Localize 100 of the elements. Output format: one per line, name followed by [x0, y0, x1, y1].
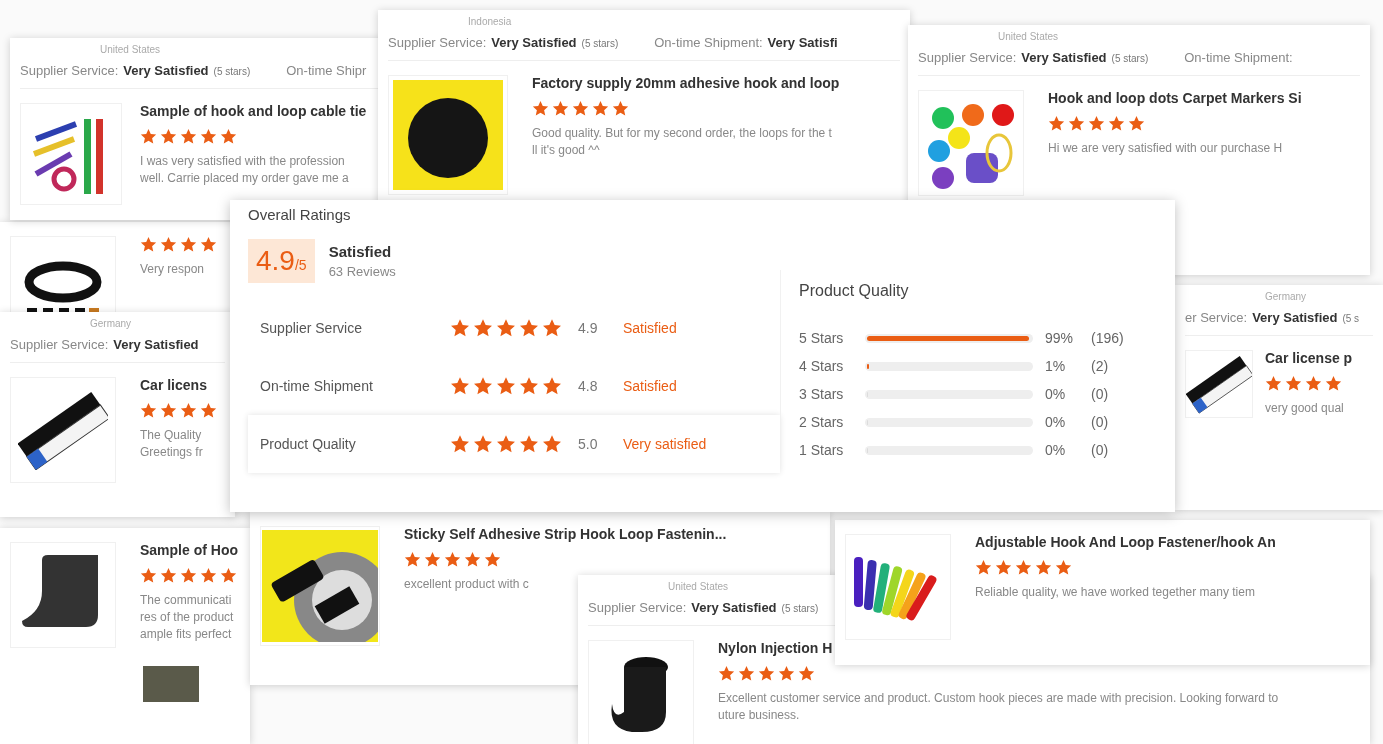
category-label: On-time Shipment	[260, 378, 374, 394]
score-scale: /5	[294, 257, 307, 273]
product-title[interactable]: Car license p	[1265, 350, 1353, 366]
review-text: Excellent customer service and product. Custom hook pieces are made with precision. Looking forward to	[718, 691, 1279, 705]
product-title[interactable]: Sample of hook and loop cable tie	[140, 103, 367, 119]
category-verdict: Satisfied	[623, 378, 678, 394]
rating-label: Supplier Service:	[918, 50, 1017, 65]
review-text: ample fits perfect	[140, 627, 232, 641]
rating-note: (5 stars)	[581, 38, 619, 49]
star-icon	[220, 567, 237, 584]
star-icon	[140, 236, 157, 253]
percent-text: 0%	[1045, 442, 1067, 458]
star-icon	[1305, 375, 1322, 392]
star-icon	[450, 376, 470, 396]
percent-text: 99%	[1045, 330, 1075, 346]
rating-label: er Service:	[1185, 310, 1248, 325]
rating-note: (5 stars)	[213, 66, 251, 77]
review-text: excellent product with c	[404, 577, 529, 591]
star-icon	[519, 376, 539, 396]
star-icon	[995, 559, 1012, 576]
star-icon	[180, 128, 197, 145]
category-verdict: Very satisfied	[623, 436, 708, 452]
star-icon	[180, 402, 197, 419]
star-icon	[160, 402, 177, 419]
star-icon	[160, 128, 177, 145]
star-icon	[612, 100, 629, 117]
star-level-label: 5 Stars	[799, 330, 845, 346]
star-icon	[542, 434, 562, 454]
review-text: very good qual	[1265, 401, 1344, 415]
star-icon	[200, 128, 217, 145]
review-text: ll it's good ^^	[532, 143, 600, 157]
product-title[interactable]: Nylon Injection H	[718, 640, 833, 656]
rating-label: Supplier Service:	[388, 35, 487, 50]
product-title[interactable]: Hook and loop dots Carpet Markers Si	[1048, 90, 1302, 106]
panel-title: Overall Ratings	[248, 206, 351, 223]
product-title[interactable]: Car licens	[140, 377, 207, 393]
rating-note: (5 stars)	[781, 603, 819, 614]
buyer-country: United States	[100, 44, 161, 55]
star-icon	[140, 567, 157, 584]
rating-label: Supplier Service:	[20, 63, 119, 78]
review-text: Greetings fr	[140, 445, 203, 459]
category-score: 5.0	[578, 436, 599, 452]
rating-note: (5 stars)	[1111, 53, 1149, 64]
star-icon	[160, 236, 177, 253]
review-text: Good quality. But for my second order, the loops for the t	[532, 126, 832, 140]
review-count: 63 Reviews	[328, 264, 396, 279]
star-icon	[1015, 559, 1032, 576]
product-title[interactable]: Adjustable Hook And Loop Fastener/hook An	[975, 534, 1276, 550]
review-text: The Quality	[140, 428, 202, 442]
product-title[interactable]: Sample of Hoo	[140, 542, 238, 558]
star-icon	[738, 665, 755, 682]
review-text: The communicati	[140, 593, 232, 607]
photo-placeholder	[143, 666, 199, 702]
star-level-label: 2 Stars	[799, 414, 845, 430]
buyer-country: Germany	[90, 318, 132, 329]
buyer-country: United States	[998, 31, 1059, 42]
star-icon	[519, 434, 539, 454]
rating-value: Very Satisfi	[767, 35, 838, 50]
rating-note: (5 s	[1342, 313, 1360, 324]
star-icon	[542, 376, 562, 396]
star-icon	[718, 665, 735, 682]
review-text: I was very satisfied with the profession	[140, 154, 345, 168]
overall-verdict: Satisfied	[328, 243, 393, 260]
star-icon	[519, 318, 539, 338]
percent-text: 0%	[1045, 414, 1067, 430]
count-text: (196)	[1091, 330, 1125, 346]
star-icon	[1265, 375, 1282, 392]
star-icon	[496, 434, 516, 454]
star-level-label: 3 Stars	[799, 386, 845, 402]
rating-value: Very Satisfied	[1252, 310, 1338, 325]
rating-value: Very Satisfied	[691, 600, 777, 615]
star-icon	[1055, 559, 1072, 576]
star-icon	[473, 434, 493, 454]
category-label: Product Quality	[260, 436, 357, 452]
star-level-label: 4 Stars	[799, 358, 845, 374]
star-icon	[1108, 115, 1125, 132]
star-icon	[532, 100, 549, 117]
rating-value: Very Satisfied	[113, 337, 199, 352]
star-icon	[542, 318, 562, 338]
star-icon	[496, 318, 516, 338]
review-text: Very respon	[140, 262, 205, 276]
rating-label: On-time Shipr	[286, 63, 367, 78]
star-icon	[592, 100, 609, 117]
category-score: 4.9	[578, 320, 599, 336]
star-icon	[975, 559, 992, 576]
star-icon	[404, 551, 421, 568]
star-icon	[1325, 375, 1342, 392]
star-icon	[140, 128, 157, 145]
product-title[interactable]: Factory supply 20mm adhesive hook and loop	[532, 75, 840, 91]
star-icon	[1128, 115, 1145, 132]
star-icon	[473, 376, 493, 396]
star-icon	[552, 100, 569, 117]
rating-label: On-time Shipment:	[654, 35, 763, 50]
star-icon	[450, 318, 470, 338]
overall-score: 4.9	[256, 245, 295, 277]
star-icon	[1285, 375, 1302, 392]
star-icon	[180, 567, 197, 584]
star-icon	[180, 236, 197, 253]
product-title[interactable]: Sticky Self Adhesive Strip Hook Loop Fastenin...	[404, 526, 727, 542]
star-icon	[444, 551, 461, 568]
